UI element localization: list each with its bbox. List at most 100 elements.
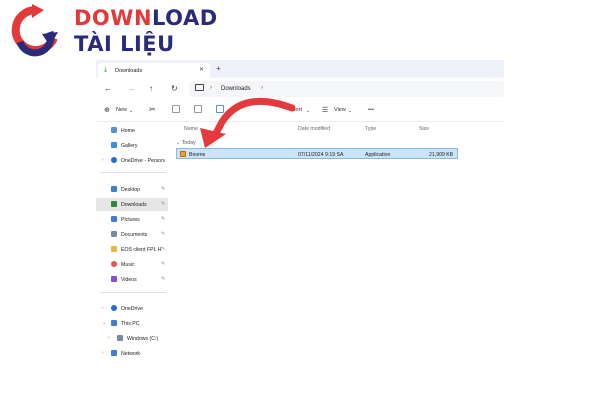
navigation-bar: ← → ↑ ↻ › Downloads › <box>96 78 504 100</box>
pin-icon: ✎ <box>161 261 166 267</box>
sidebar-item-gallery[interactable]: Gallery <box>96 139 168 152</box>
sort-button[interactable]: Sort <box>292 107 302 113</box>
chevron-right-icon[interactable]: › <box>108 335 110 341</box>
network-icon <box>111 350 117 356</box>
copy-icon[interactable] <box>172 105 180 113</box>
view-icon: ☰ <box>322 106 329 114</box>
chevron-down-icon: ⌄ <box>306 107 311 114</box>
view-button[interactable]: View <box>334 107 346 113</box>
sidebar-item-onedrive-personal[interactable]: › OneDrive - Persona <box>96 154 168 167</box>
logo-title: DOWNLOAD <box>74 6 218 30</box>
up-button[interactable]: ↑ <box>149 84 153 94</box>
sidebar-item-label: Network <box>121 350 141 357</box>
group-label: Today <box>181 140 196 146</box>
tab-downloads[interactable]: ⤓ Downloads ✕ <box>98 63 210 78</box>
sidebar-item-label: Music <box>121 261 135 268</box>
sidebar-item-label: OneDrive <box>121 305 143 312</box>
pin-icon: ✎ <box>161 276 166 282</box>
sidebar-item-videos[interactable]: Videos ✎ <box>96 273 168 286</box>
sidebar-item-label: Documents <box>121 231 148 238</box>
sidebar-item-pictures[interactable]: Pictures ✎ <box>96 213 168 226</box>
back-button[interactable]: ← <box>104 84 112 94</box>
chevron-right-icon: › <box>261 85 263 91</box>
sidebar-item-onedrive[interactable]: › OneDrive <box>96 302 168 315</box>
rename-icon[interactable] <box>216 105 224 113</box>
sidebar-item-label: Windows (C:) <box>127 335 159 342</box>
new-button[interactable]: New <box>116 107 127 113</box>
paste-icon[interactable] <box>194 105 202 113</box>
pin-icon: ✎ <box>161 186 166 192</box>
sidebar-item-windows-c[interactable]: › Windows (C:) <box>96 332 168 345</box>
monitor-icon <box>195 84 204 91</box>
column-header-type[interactable]: Type <box>365 126 376 132</box>
sidebar-divider <box>100 172 166 173</box>
chevron-down-icon: ⌄ <box>348 107 353 114</box>
download-tai-lieu-logo: DOWNLOAD TÀI LIỆU <box>6 2 217 60</box>
navigation-pane: Home Gallery › OneDrive - Persona Deskto… <box>96 122 168 370</box>
sidebar-item-label: Downloads <box>121 201 147 208</box>
column-header-name[interactable]: Name <box>184 126 198 132</box>
sidebar-item-downloads[interactable]: Downloads ✎ <box>96 198 168 211</box>
desktop-icon <box>111 186 117 192</box>
sidebar-item-home[interactable]: Home <box>96 124 168 137</box>
logo-mark-icon <box>11 4 58 57</box>
sidebar-item-network[interactable]: › Network <box>96 347 168 360</box>
home-icon <box>111 127 117 133</box>
group-header-today[interactable]: ⌄ Today <box>176 140 196 146</box>
plus-icon: ⊕ <box>104 107 110 114</box>
chevron-right-icon[interactable]: › <box>102 157 104 163</box>
column-header-size[interactable]: Size <box>419 126 429 132</box>
pc-icon <box>111 320 117 326</box>
sidebar-item-label: Videos <box>121 276 137 283</box>
column-header-date-modified[interactable]: Date modified <box>298 126 330 132</box>
more-options-button[interactable]: ••• <box>368 107 374 113</box>
logo-subtitle: TÀI LIỆU <box>74 32 175 56</box>
chevron-right-icon: › <box>210 85 212 91</box>
download-icon: ⤓ <box>104 66 108 73</box>
refresh-button[interactable]: ↻ <box>171 84 178 94</box>
cut-icon[interactable]: ✂ <box>149 105 156 114</box>
gallery-icon <box>111 142 117 148</box>
download-icon <box>111 201 117 207</box>
sidebar-item-documents[interactable]: Documents ✎ <box>96 228 168 241</box>
pictures-icon <box>111 216 117 222</box>
sidebar-item-eos-client[interactable]: EOS client FPL H ✎ <box>96 243 168 256</box>
chevron-right-icon[interactable]: › <box>102 350 104 356</box>
sidebar-item-label: This PC <box>121 320 140 327</box>
chevron-right-icon[interactable]: › <box>102 305 104 311</box>
music-icon <box>111 261 117 267</box>
pin-icon: ✎ <box>161 216 166 222</box>
application-icon <box>180 150 186 157</box>
command-bar: ⊕ New ⌄ ✂ Sort ⌄ ☰ View ⌄ ••• <box>96 100 504 122</box>
sidebar-item-label: Home <box>121 127 135 134</box>
file-size: 21,909 KB <box>429 151 454 158</box>
sidebar-item-this-pc[interactable]: ⌄ This PC <box>96 317 168 330</box>
sidebar-item-label: Gallery <box>121 142 138 149</box>
file-date-modified: 07/11/2024 9:19 SA <box>298 151 344 158</box>
pin-icon: ✎ <box>161 231 166 237</box>
pin-icon: ✎ <box>161 246 166 252</box>
file-type: Application <box>365 151 391 158</box>
sidebar-item-label: Desktop <box>121 186 141 193</box>
address-segment[interactable]: Downloads <box>221 86 251 92</box>
videos-icon <box>111 276 117 282</box>
drive-icon <box>117 335 123 341</box>
sidebar-item-desktop[interactable]: Desktop ✎ <box>96 183 168 196</box>
chevron-down-icon: ⌄ <box>129 107 134 114</box>
sidebar-item-label: OneDrive - Persona <box>121 157 165 164</box>
tab-label: Downloads <box>115 67 143 74</box>
sidebar-item-label: EOS client FPL H <box>121 246 162 253</box>
onedrive-icon <box>111 157 117 163</box>
new-tab-button[interactable]: + <box>216 64 221 73</box>
tab-bar: ⤓ Downloads ✕ + <box>96 60 504 78</box>
sidebar-item-music[interactable]: Music ✎ <box>96 258 168 271</box>
file-name: Bnome <box>189 151 206 158</box>
file-explorer-window: ⤓ Downloads ✕ + ← → ↑ ↻ › Downloads › ⊕ … <box>96 60 504 370</box>
table-row[interactable]: Bnome 07/11/2024 9:19 SA Application 21,… <box>176 148 458 159</box>
close-tab-icon[interactable]: ✕ <box>199 66 204 73</box>
sidebar-item-label: Pictures <box>121 216 140 223</box>
address-bar[interactable]: › Downloads › <box>189 81 504 97</box>
file-list: Name Date modified Type Size ⌄ Today Bno… <box>172 122 504 370</box>
chevron-down-icon[interactable]: ⌄ <box>102 320 106 326</box>
forward-button[interactable]: → <box>127 84 135 94</box>
